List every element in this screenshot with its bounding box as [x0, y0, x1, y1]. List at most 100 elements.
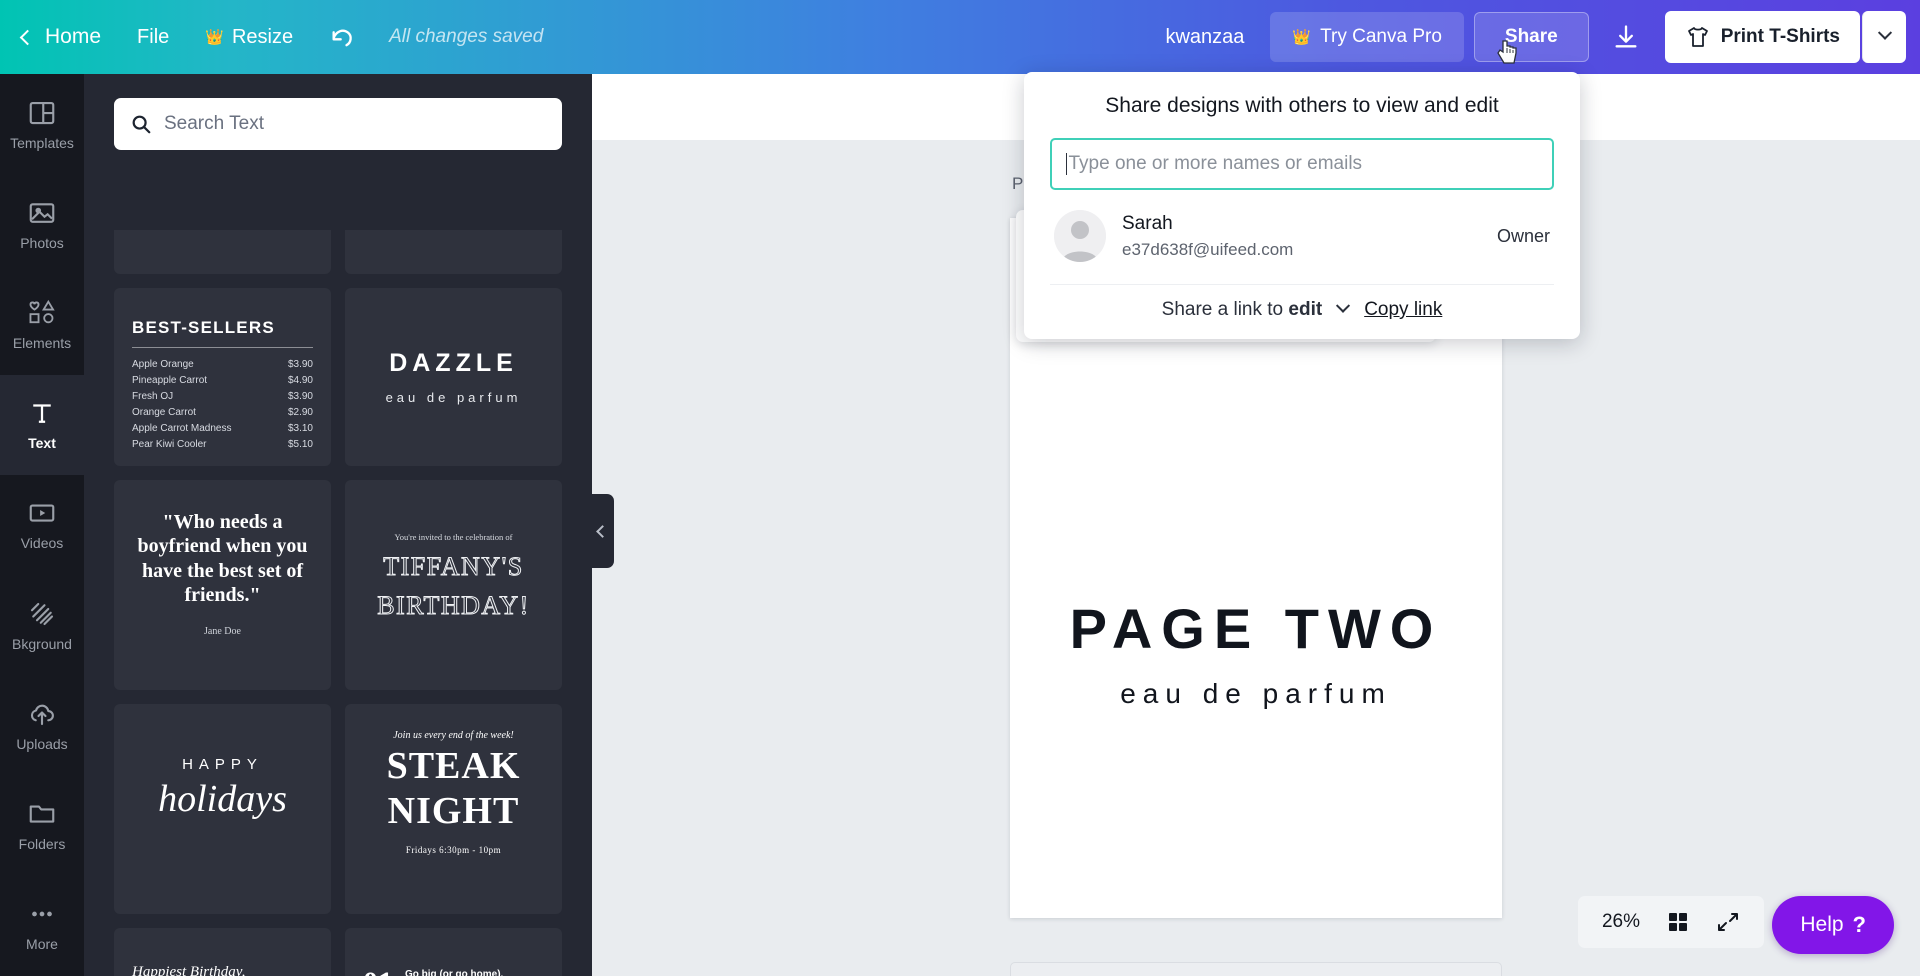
- expand-icon[interactable]: [1716, 910, 1740, 934]
- template-card-margaret[interactable]: Happiest Birthday, MARGARET!: [114, 928, 331, 976]
- holidays-line2: holidays: [158, 778, 287, 820]
- search-input[interactable]: [164, 113, 546, 135]
- document-title[interactable]: kwanzaa: [1139, 26, 1270, 49]
- collapse-panel-handle[interactable]: [588, 494, 614, 568]
- tiffany-line2: BIRTHDAY!: [377, 591, 530, 621]
- download-button[interactable]: [1599, 12, 1653, 62]
- template-card-steak-night[interactable]: Join us every end of the week! STEAK NIG…: [345, 704, 562, 914]
- crown-icon: 👑: [205, 28, 224, 46]
- sidebar-label-templates: Templates: [10, 134, 74, 151]
- try-canva-pro-button[interactable]: 👑 Try Canva Pro: [1270, 12, 1464, 62]
- template-card[interactable]: [114, 230, 331, 274]
- home-label: Home: [45, 25, 102, 48]
- resize-label: Resize: [231, 25, 294, 48]
- sidebar-item-elements[interactable]: Elements: [0, 274, 84, 374]
- sidebar-item-uploads[interactable]: Uploads: [0, 675, 84, 775]
- chevron-down-icon[interactable]: [1336, 298, 1351, 313]
- margaret-pretext: Happiest Birthday,: [132, 964, 246, 976]
- zoom-controls: 26%: [1577, 896, 1764, 948]
- menu-row: Orange Carrot $2.90: [132, 407, 313, 418]
- sidebar-item-videos[interactable]: Videos: [0, 475, 84, 575]
- menu-item-name: Apple Orange: [132, 359, 194, 370]
- chevron-down-icon: [1877, 25, 1892, 40]
- share-link-label: Share a link to edit: [1162, 299, 1323, 321]
- grid-icon[interactable]: [1666, 910, 1690, 934]
- person-name: Sarah: [1122, 212, 1173, 234]
- tiffany-pretext: You're invited to the celebration of: [394, 532, 513, 542]
- sidebar-label-folders: Folders: [18, 836, 66, 853]
- template-card-quote[interactable]: "Who needs a boyfriend when you have the…: [114, 480, 331, 690]
- sidebar-label-more: More: [26, 936, 58, 953]
- share-link-row: Share a link to edit Copy link: [1050, 284, 1554, 321]
- print-label: Print T-Shirts: [1720, 26, 1840, 47]
- menu-item-price: $5.10: [287, 439, 313, 450]
- template-card-dazzle[interactable]: DAZZLE eau de parfum: [345, 288, 562, 466]
- steak-subtitle: Fridays 6:30pm - 10pm: [405, 844, 502, 855]
- crown-icon-pro: 👑: [1292, 28, 1312, 46]
- page-subtitle-text[interactable]: eau de parfum: [1010, 678, 1502, 710]
- copy-link-button[interactable]: Copy link: [1364, 299, 1442, 321]
- help-button[interactable]: Help ?: [1772, 896, 1894, 954]
- share-link-mode: edit: [1288, 299, 1323, 320]
- print-tshirts-button[interactable]: Print T-Shirts: [1664, 11, 1860, 63]
- template-card-tiffany[interactable]: You're invited to the celebration of TIF…: [345, 480, 562, 690]
- template-card-holidays[interactable]: HAPPY holidays: [114, 704, 331, 914]
- tshirt-icon: [1687, 27, 1708, 47]
- share-popup: Share designs with others to view and ed…: [1024, 72, 1580, 339]
- print-options-dropdown[interactable]: [1862, 11, 1906, 63]
- fashion-number: 01: [363, 968, 393, 976]
- sidebar-label-text: Text: [28, 435, 56, 452]
- sidebar-item-text[interactable]: Text: [0, 374, 84, 475]
- template-card-fashion[interactable]: 01 Go big (or go home). Think voluminous…: [345, 928, 562, 976]
- dazzle-subtitle: eau de parfum: [385, 390, 522, 405]
- menu-item-price: $3.90: [287, 359, 313, 370]
- menu-item-name: Apple Carrot Madness: [132, 423, 232, 434]
- resize-button[interactable]: 👑 Resize: [187, 0, 311, 74]
- page-title-text[interactable]: PAGE TWO: [1010, 596, 1502, 661]
- pro-label: Try Canva Pro: [1320, 26, 1442, 47]
- sidebar-item-more[interactable]: More: [0, 876, 84, 976]
- share-recipients-field[interactable]: [1050, 138, 1554, 190]
- add-new-page-button[interactable]: + Add a new page: [1010, 962, 1502, 976]
- download-icon: [1615, 25, 1637, 48]
- avatar: [1054, 210, 1106, 262]
- sidebar-label-uploads: Uploads: [16, 735, 68, 752]
- sidebar-label-background: Bkground: [12, 635, 72, 652]
- file-menu-button[interactable]: File: [119, 0, 187, 74]
- sidebar-item-photos[interactable]: Photos: [0, 174, 84, 274]
- zoom-level-label[interactable]: 26%: [1602, 911, 1640, 933]
- share-recipients-input[interactable]: [1068, 153, 1538, 175]
- shared-person-row: Sarah e37d638f@uifeed.com Owner: [1050, 190, 1554, 284]
- file-label: File: [137, 25, 170, 48]
- undo-button[interactable]: [311, 0, 375, 74]
- save-status: All changes saved: [389, 26, 544, 47]
- person-placeholder-icon: [1054, 210, 1106, 262]
- person-role: Owner: [1496, 225, 1550, 246]
- question-mark-icon: ?: [1852, 912, 1866, 937]
- menu-item-name: Orange Carrot: [132, 407, 196, 418]
- top-toolbar: Home File 👑 Resize All changes saved kwa…: [0, 0, 1920, 74]
- home-button[interactable]: Home: [0, 0, 119, 74]
- menu-row: Apple Carrot Madness $3.10: [132, 423, 313, 434]
- steak-pretext: Join us every end of the week!: [393, 730, 514, 741]
- menu-item-name: Pineapple Carrot: [132, 375, 208, 386]
- steak-line2: NIGHT: [387, 789, 520, 832]
- person-email: e37d638f@uifeed.com: [1122, 239, 1294, 259]
- sidebar-item-background[interactable]: Bkground: [0, 575, 84, 675]
- help-label: Help: [1800, 913, 1844, 936]
- sidebar-label-videos: Videos: [20, 535, 64, 552]
- template-card[interactable]: [345, 230, 562, 274]
- chevron-left-icon: [19, 29, 36, 45]
- sidebar-item-folders[interactable]: Folders: [0, 776, 84, 876]
- text-templates-panel: BEST-SELLERS Apple Orange $3.90 Pineappl…: [84, 74, 592, 976]
- search-box[interactable]: [114, 98, 562, 150]
- quote-author: Jane Doe: [204, 625, 241, 637]
- share-label: Share: [1504, 26, 1558, 47]
- template-card-best-sellers[interactable]: BEST-SELLERS Apple Orange $3.90 Pineappl…: [114, 288, 331, 466]
- chevron-left-icon: [596, 524, 609, 538]
- sidebar-item-templates[interactable]: Templates: [0, 74, 84, 174]
- menu-card-title: BEST-SELLERS: [132, 318, 275, 337]
- share-button[interactable]: Share: [1473, 12, 1589, 64]
- menu-item-price: $2.90: [287, 407, 313, 418]
- menu-item-name: Fresh OJ: [132, 391, 174, 402]
